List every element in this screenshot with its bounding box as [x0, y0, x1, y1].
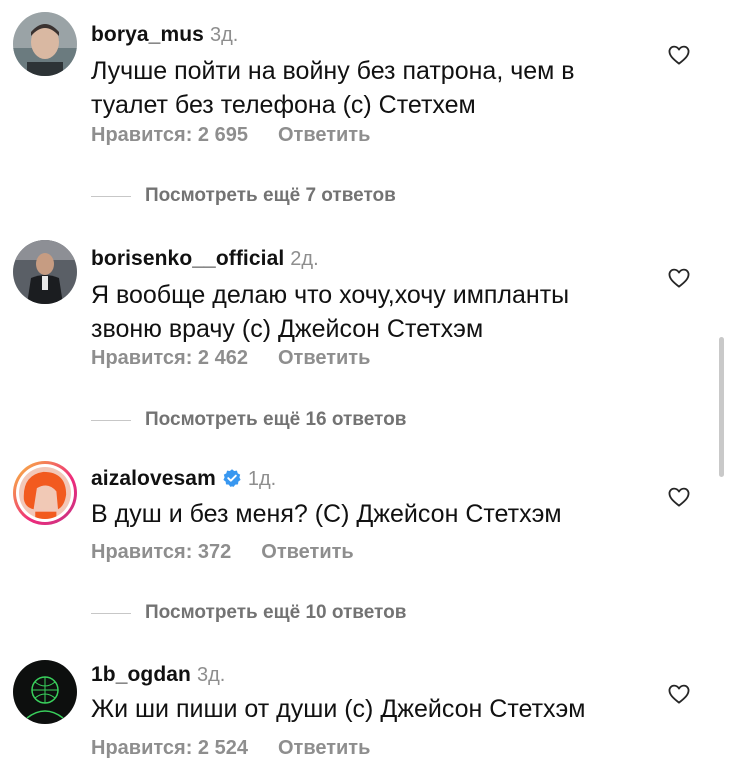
username[interactable]: aizalovesam	[91, 467, 216, 491]
likes-count[interactable]: Нравится: 2 695	[91, 124, 248, 147]
view-more-replies-label: Посмотреть ещё 7 ответов	[145, 185, 396, 206]
comment-text-line: В душ и без меня? (С) Джейсон Стетхэм	[91, 500, 562, 528]
view-more-replies-label: Посмотреть ещё 10 ответов	[145, 602, 407, 623]
avatar-photo-aizalovesam	[19, 467, 71, 519]
avatar-story-ring	[16, 464, 74, 522]
divider-line	[91, 195, 131, 197]
avatar[interactable]	[13, 461, 77, 525]
likes-count[interactable]: Нравится: 372	[91, 541, 231, 564]
view-more-replies-label: Посмотреть ещё 16 ответов	[145, 409, 407, 430]
divider-line	[91, 612, 131, 614]
likes-count[interactable]: Нравится: 2 462	[91, 347, 248, 370]
comment-actions: Нравится: 2 695 Ответить	[91, 124, 370, 147]
scrollbar[interactable]	[719, 337, 724, 477]
comment-text-line: звоню врачу (с) Джейсон Стетхэм	[91, 315, 484, 343]
comment-meta: borya_mus 3д.	[91, 23, 238, 47]
comment-text: В душ и без меня? (С) Джейсон Стетхэм	[91, 497, 611, 531]
avatar-photo-1b-ogdan	[13, 660, 77, 724]
comment-text-line: туалет без телефона (c) Стетхем	[91, 91, 476, 119]
comment-meta: borisenko__official 2д.	[91, 247, 319, 271]
avatar[interactable]	[13, 660, 77, 724]
reply-button[interactable]: Ответить	[278, 737, 370, 760]
avatar[interactable]	[13, 12, 77, 76]
username[interactable]: borisenko__official	[91, 247, 284, 271]
comment-meta: 1b_ogdan 3д.	[91, 663, 225, 687]
comment-actions: Нравится: 2 462 Ответить	[91, 347, 370, 370]
heart-icon[interactable]	[668, 45, 690, 65]
avatar[interactable]	[13, 240, 77, 304]
comment-actions: Нравится: 372 Ответить	[91, 541, 354, 564]
reply-button[interactable]: Ответить	[261, 541, 353, 564]
comment-text-line: Жи ши пиши от души (с) Джейсон Стетхэм	[91, 695, 586, 723]
comment-text-line: Лучше пойти на войну без патрона, чем в	[91, 57, 575, 85]
view-more-replies[interactable]: Посмотреть ещё 10 ответов	[91, 602, 406, 624]
avatar-photo-borya	[13, 12, 77, 76]
comment-text: Я вообще делаю что хочу,хочу импланты зв…	[91, 278, 611, 346]
comment-text: Жи ши пиши от души (с) Джейсон Стетхэм	[91, 692, 611, 726]
timestamp: 2д.	[290, 248, 319, 270]
verified-badge-icon	[222, 468, 242, 488]
comment-text-line: Я вообще делаю что хочу,хочу импланты	[91, 281, 570, 309]
username[interactable]: borya_mus	[91, 23, 204, 47]
avatar-photo-borisenko	[13, 240, 77, 304]
view-more-replies[interactable]: Посмотреть ещё 16 ответов	[91, 409, 406, 431]
heart-icon[interactable]	[668, 487, 690, 507]
heart-icon[interactable]	[668, 684, 690, 704]
likes-count[interactable]: Нравится: 2 524	[91, 737, 248, 760]
timestamp: 3д.	[196, 664, 226, 686]
comment-meta: aizalovesam 1д.	[91, 465, 276, 491]
heart-icon[interactable]	[668, 268, 690, 288]
reply-button[interactable]: Ответить	[278, 124, 370, 147]
comment-text: Лучше пойти на войну без патрона, чем в …	[91, 54, 611, 122]
comment-actions: Нравится: 2 524 Ответить	[91, 737, 370, 760]
view-more-replies[interactable]: Посмотреть ещё 7 ответов	[91, 185, 396, 207]
divider-line	[91, 419, 131, 421]
timestamp: 3д.	[209, 24, 239, 46]
timestamp: 1д.	[247, 468, 277, 490]
reply-button[interactable]: Ответить	[278, 347, 370, 370]
username[interactable]: 1b_ogdan	[91, 663, 191, 687]
